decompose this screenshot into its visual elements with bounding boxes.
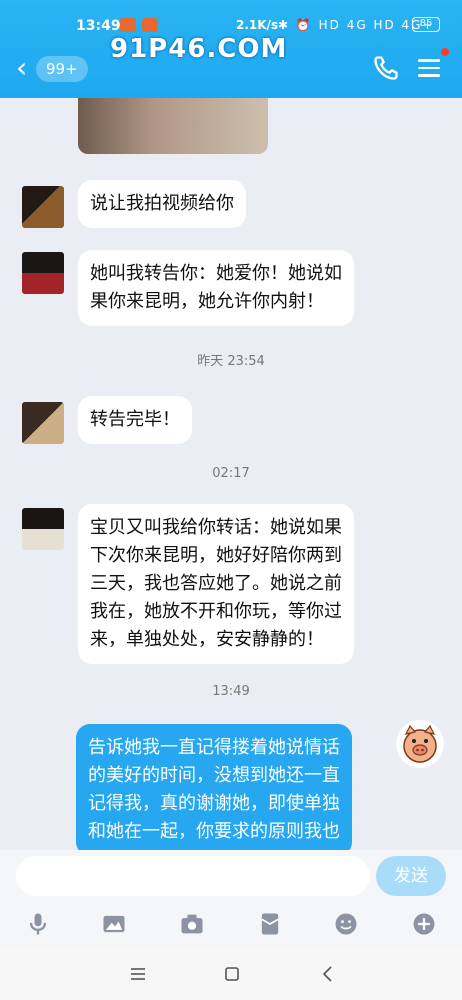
avatar[interactable] bbox=[22, 402, 64, 444]
send-button[interactable]: 发送 bbox=[376, 856, 446, 896]
avatar[interactable] bbox=[22, 252, 64, 294]
avatar[interactable] bbox=[22, 508, 64, 550]
battery-icon: 85 bbox=[412, 17, 440, 32]
message-text: 三天，我也答应她了。她说之前 bbox=[90, 573, 342, 594]
timestamp: 13:49 bbox=[212, 684, 250, 699]
message-bubble[interactable]: 宝贝又叫我给你转话：她说如果 下次你来昆明，她好好陪你两到 三天，我也答应她了。… bbox=[78, 504, 354, 664]
camera-icon[interactable] bbox=[178, 910, 206, 938]
message-text: 告诉她我一直记得搂着她说情话 bbox=[88, 737, 340, 758]
message-text: 的美好的时间，没想到她还一直 bbox=[88, 765, 340, 786]
message-text: 来，单独处处，安安静静的！ bbox=[90, 629, 324, 650]
phone-icon[interactable] bbox=[372, 54, 400, 82]
message-text: 我在，她放不开和你玩，等你过 bbox=[90, 601, 342, 622]
message-bubble[interactable]: 说让我拍视频给你 bbox=[78, 180, 246, 228]
chat-toolbar bbox=[0, 902, 462, 948]
unread-dot bbox=[441, 48, 449, 56]
timestamp: 02:17 bbox=[212, 466, 250, 481]
status-time: 13:49 bbox=[76, 18, 121, 34]
image-message[interactable] bbox=[78, 98, 268, 154]
avatar[interactable] bbox=[22, 186, 64, 228]
message-bubble-self[interactable]: 告诉她我一直记得搂着她说情话 的美好的时间，没想到她还一直 记得我，真的谢谢她，… bbox=[76, 724, 352, 850]
chat-header: 13:49 2.1K/s ✱ ⏰ HD 4G HD 4G+ 85 ‹ 99+ 9… bbox=[0, 0, 462, 98]
menu-nav-icon[interactable] bbox=[126, 962, 150, 986]
message-text: 她叫我转告你：她爱你！她说如 bbox=[90, 263, 342, 284]
red-packet-icon[interactable] bbox=[256, 910, 284, 938]
message-text: 转告完毕！ bbox=[90, 409, 180, 430]
unread-badge[interactable]: 99+ bbox=[36, 56, 88, 82]
home-nav-icon[interactable] bbox=[220, 962, 244, 986]
avatar-self[interactable] bbox=[396, 720, 444, 768]
system-navbar bbox=[0, 948, 462, 1000]
pig-avatar-icon bbox=[403, 724, 437, 763]
message-text: 记得我，真的谢谢她，即使单独 bbox=[88, 793, 340, 814]
message-input[interactable] bbox=[16, 856, 370, 896]
app-notification-icon bbox=[142, 18, 158, 32]
message-text: 说让我拍视频给你 bbox=[90, 193, 234, 214]
message-text: 和她在一起，你要求的原则我也 bbox=[88, 821, 340, 842]
message-text: 果你来昆明，她允许你内射！ bbox=[90, 291, 324, 312]
chat-area[interactable]: 说让我拍视频给你 她叫我转告你：她爱你！她说如 果你来昆明，她允许你内射！ 昨天… bbox=[0, 98, 462, 850]
message-bubble[interactable]: 转告完毕！ bbox=[78, 396, 192, 444]
watermark-text: 91P46.COM bbox=[110, 34, 288, 64]
microphone-icon[interactable] bbox=[24, 910, 52, 938]
emoji-icon[interactable] bbox=[332, 910, 360, 938]
image-icon[interactable] bbox=[100, 910, 128, 938]
net-speed: 2.1K/s bbox=[236, 18, 279, 32]
back-nav-icon[interactable] bbox=[316, 962, 340, 986]
plus-icon[interactable] bbox=[410, 910, 438, 938]
message-text: 下次你来昆明，她好好陪你两到 bbox=[90, 545, 342, 566]
menu-icon[interactable] bbox=[418, 55, 440, 77]
chevron-left-icon[interactable]: ‹ bbox=[16, 54, 27, 82]
notification-icon bbox=[120, 18, 136, 32]
message-text: 宝贝又叫我给你转话：她说如果 bbox=[90, 517, 342, 538]
input-bar: 发送 bbox=[0, 850, 462, 902]
timestamp: 昨天 23:54 bbox=[197, 354, 265, 369]
message-bubble[interactable]: 她叫我转告你：她爱你！她说如 果你来昆明，她允许你内射！ bbox=[78, 250, 354, 326]
